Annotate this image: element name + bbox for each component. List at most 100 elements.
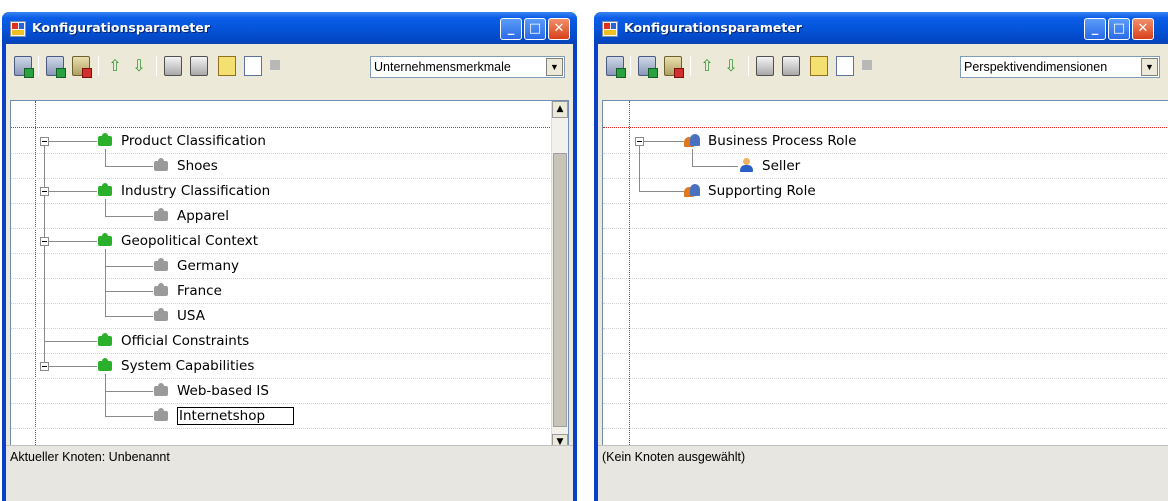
tree-node[interactable]: Supporting Role [684, 181, 816, 201]
add-node-icon[interactable] [606, 56, 626, 78]
puzzle-piece-icon [153, 382, 171, 398]
window-body: ⇧ ⇩ Perspektivendimensionen ▼ Business P… [598, 44, 1168, 501]
window-perspektivendimensionen: Konfigurationsparameter _ □ ✕ ⇧ ⇩ Perspe… [594, 12, 1168, 501]
collapse-toggle[interactable] [40, 187, 49, 196]
status-text: (Kein Knoten ausgewählt) [602, 450, 746, 464]
delete-node-icon[interactable] [664, 56, 684, 78]
node-label: Geopolitical Context [121, 233, 259, 249]
user-icon [738, 157, 756, 173]
add-child-icon[interactable] [46, 56, 66, 78]
tree-view[interactable]: Product Classification Shoes Industry Cl… [10, 100, 569, 452]
window-title: Konfigurationsparameter [32, 20, 210, 35]
minimize-button[interactable]: _ [500, 18, 522, 40]
tree-node[interactable]: Germany [153, 256, 239, 276]
stop-icon[interactable] [270, 60, 280, 70]
collapse-toggle[interactable] [40, 137, 49, 146]
toolbar-separator [630, 56, 631, 76]
maximize-button[interactable]: □ [524, 18, 546, 40]
window-title: Konfigurationsparameter [624, 20, 802, 35]
move-up-icon[interactable]: ⇧ [106, 56, 124, 76]
collapse-toggle[interactable] [40, 237, 49, 246]
puzzle-piece-icon [153, 207, 171, 223]
node-label: Business Process Role [708, 133, 857, 149]
puzzle-piece-icon [97, 357, 115, 373]
add-node-icon[interactable] [14, 56, 34, 78]
node-label: Industry Classification [121, 183, 271, 199]
node-rename-input[interactable]: Internetshop [177, 407, 295, 425]
tree-node[interactable]: Internetshop [153, 406, 295, 426]
node-label: System Capabilities [121, 358, 255, 374]
collapse-toggle[interactable] [40, 362, 49, 371]
node-label: France [177, 283, 222, 299]
guide-line [11, 127, 568, 128]
users-icon [684, 132, 702, 148]
tree-node[interactable]: USA [153, 306, 205, 326]
move-down-icon[interactable]: ⇩ [130, 56, 148, 76]
title-bar[interactable]: Konfigurationsparameter _ □ ✕ [594, 12, 1168, 44]
collapse-toggle[interactable] [635, 137, 644, 146]
node-label: Official Constraints [121, 333, 250, 349]
add-child-icon[interactable] [638, 56, 658, 78]
toolbar-separator [748, 56, 749, 76]
book-icon[interactable] [810, 56, 828, 76]
vertical-scrollbar[interactable]: ▲ ▼ [551, 101, 568, 451]
node-label: Web-based IS [177, 383, 269, 399]
tree-node[interactable]: Shoes [153, 156, 218, 176]
print-preview-icon[interactable] [190, 56, 208, 76]
tree-node[interactable]: Web-based IS [153, 381, 269, 401]
move-down-icon[interactable]: ⇩ [722, 56, 740, 76]
tree-node[interactable]: Business Process Role [684, 131, 856, 151]
puzzle-piece-icon [153, 157, 171, 173]
print-preview-icon[interactable] [782, 56, 800, 76]
toolbar-separator [690, 56, 691, 76]
tree-node[interactable]: Product Classification [97, 131, 266, 151]
category-dropdown[interactable]: Perspektivendimensionen ▼ [960, 56, 1160, 78]
puzzle-piece-icon [153, 307, 171, 323]
document-icon[interactable] [836, 56, 854, 76]
toolbar-separator [98, 56, 99, 76]
app-window-icon [10, 21, 26, 37]
puzzle-piece-icon [97, 182, 115, 198]
move-up-icon[interactable]: ⇧ [698, 56, 716, 76]
tree-node[interactable]: France [153, 281, 222, 301]
window-unternehmensmerkmale: Konfigurationsparameter _ □ ✕ ⇧ ⇩ Untern… [2, 12, 577, 501]
minimize-button[interactable]: _ [1084, 18, 1106, 40]
tree-node[interactable]: System Capabilities [97, 356, 254, 376]
status-bar: (Kein Knoten ausgewählt) [598, 445, 1168, 501]
toolbar: ⇧ ⇩ Unternehmensmerkmale ▼ [6, 44, 573, 98]
tree-node[interactable]: Official Constraints [97, 331, 249, 351]
print-icon[interactable] [164, 56, 182, 76]
book-icon[interactable] [218, 56, 236, 76]
tree-node[interactable]: Industry Classification [97, 181, 270, 201]
category-dropdown[interactable]: Unternehmensmerkmale ▼ [370, 56, 565, 78]
puzzle-piece-icon [153, 257, 171, 273]
dropdown-value: Perspektivendimensionen [964, 60, 1108, 74]
tree-node[interactable]: Apparel [153, 206, 229, 226]
toolbar-separator [156, 56, 157, 76]
chevron-down-icon[interactable]: ▼ [1141, 58, 1158, 76]
close-button[interactable]: ✕ [548, 18, 570, 40]
node-label: Seller [762, 158, 801, 174]
maximize-button[interactable]: □ [1108, 18, 1130, 40]
close-button[interactable]: ✕ [1132, 18, 1154, 40]
print-icon[interactable] [756, 56, 774, 76]
puzzle-piece-icon [97, 332, 115, 348]
toolbar: ⇧ ⇩ Perspektivendimensionen ▼ [598, 44, 1168, 98]
scroll-thumb[interactable] [553, 153, 567, 427]
stop-icon[interactable] [862, 60, 872, 70]
tree-node[interactable]: Geopolitical Context [97, 231, 258, 251]
chevron-down-icon[interactable]: ▼ [546, 58, 563, 76]
delete-node-icon[interactable] [72, 56, 92, 78]
app-window-icon [602, 21, 618, 37]
document-icon[interactable] [244, 56, 262, 76]
scroll-up-button[interactable]: ▲ [552, 101, 568, 118]
guide-line [603, 127, 1168, 128]
node-label: Apparel [177, 208, 229, 224]
tree-view[interactable]: Business Process Role Seller Supporting … [602, 100, 1168, 452]
node-label: USA [177, 308, 205, 324]
title-bar[interactable]: Konfigurationsparameter _ □ ✕ [2, 12, 577, 44]
tree-node[interactable]: Seller [738, 156, 800, 176]
toolbar-separator [38, 56, 39, 76]
dropdown-value: Unternehmensmerkmale [374, 60, 511, 74]
puzzle-piece-icon [97, 132, 115, 148]
